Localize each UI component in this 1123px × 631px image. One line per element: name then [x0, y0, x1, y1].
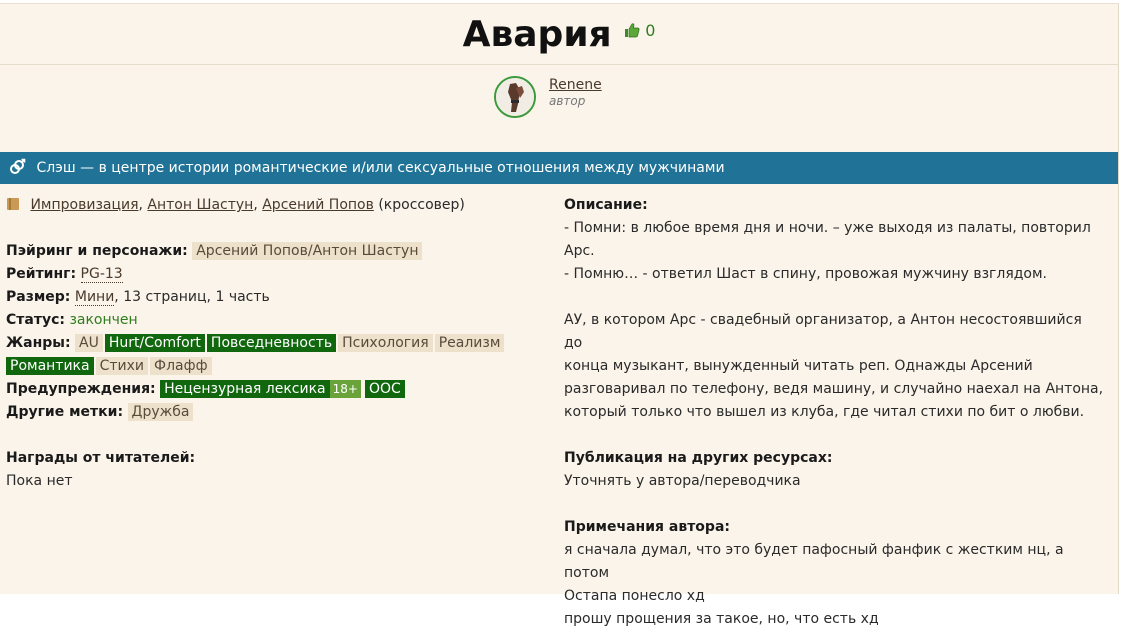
- status-value: закончен: [69, 312, 138, 328]
- notes-line: прошу прощения за такое, но, что есть хд: [564, 611, 879, 627]
- notes-line: я сначала думал, что это будет пафосный …: [564, 542, 1064, 581]
- fandom-link-improvisation[interactable]: Импровизация: [30, 197, 138, 213]
- author-role: автор: [549, 94, 586, 108]
- description-line: Арс.: [564, 243, 595, 259]
- awards-heading-line: Награды от читателей:: [6, 447, 546, 470]
- description-label: Описание:: [564, 197, 648, 213]
- genres-line-2: Романтика Стихи Флафф: [6, 355, 546, 378]
- description-line: разговаривал по телефону, ведя машину, и…: [564, 381, 1104, 397]
- status-line: Статус: закончен: [6, 309, 546, 332]
- slash-direction-icon: [10, 158, 26, 174]
- genre-tag-everyday[interactable]: Повседневность: [206, 334, 337, 352]
- avatar[interactable]: [494, 76, 536, 118]
- warnings-label: Предупреждения:: [6, 381, 156, 397]
- genres-line: Жанры: AU Hurt/Comfort Повседневность Психо…: [6, 332, 546, 355]
- rating-label: Рейтинг:: [6, 266, 77, 282]
- fandom-link-shastun[interactable]: Антон Шастун: [147, 197, 253, 213]
- age-badge: 18+: [329, 380, 361, 398]
- divider: [0, 64, 1118, 65]
- page-title: Авария: [462, 14, 612, 55]
- description-line: который только что вышел из клуба, где ч…: [564, 404, 1085, 420]
- description-column: Описание: - Помни: в любое время дня и н…: [564, 194, 1104, 631]
- rating-value[interactable]: PG-13: [80, 266, 123, 283]
- author-name-link[interactable]: Renene: [549, 77, 602, 93]
- thumbs-up-icon: [625, 23, 640, 38]
- rating-line: Рейтинг: PG-13: [6, 263, 546, 286]
- notes-line: Остапа понесло хд: [564, 588, 705, 604]
- genre-tag-realism[interactable]: Реализм: [434, 334, 505, 352]
- description-line: АУ, в котором Арс - свадебный организато…: [564, 312, 1082, 351]
- pairing-tag[interactable]: Арсений Попов/Антон Шастун: [192, 242, 423, 260]
- direction-bar: Слэш — в центре истории романтические и/…: [0, 152, 1118, 184]
- likes-count: 0: [645, 21, 656, 40]
- fandom-link-popov[interactable]: Арсений Попов: [262, 197, 374, 213]
- fic-info-column: Импровизация, Антон Шастун, Арсений Попо…: [6, 194, 546, 493]
- genre-tag-au[interactable]: AU: [75, 334, 103, 352]
- notes-text: я сначала думал, что это будет пафосный …: [564, 539, 1104, 631]
- fanfic-page: Авария 0 Renene автор Слэш — в центре ис…: [0, 3, 1119, 627]
- genre-tag-fluff[interactable]: Флафф: [150, 357, 212, 375]
- genre-tag-psychology[interactable]: Психология: [338, 334, 433, 352]
- genres-label: Жанры:: [6, 335, 71, 351]
- pairing-line: Пэйринг и персонажи: Арсений Попов/Антон…: [6, 240, 546, 263]
- genre-tag-hurt-comfort[interactable]: Hurt/Comfort: [104, 334, 205, 352]
- size-label: Размер:: [6, 289, 71, 305]
- fandom-suffix: (кроссовер): [378, 197, 465, 213]
- size-line: Размер: Мини, 13 страниц, 1 часть: [6, 286, 546, 309]
- warning-tag-ooc[interactable]: ООС: [364, 380, 405, 398]
- direction-text: Слэш — в центре истории романтические и/…: [36, 160, 725, 176]
- awards-label: Награды от читателей:: [6, 450, 196, 466]
- avatar-image: [496, 78, 534, 116]
- genre-tag-romance[interactable]: Романтика: [6, 357, 94, 375]
- book-icon: [7, 198, 19, 210]
- publication-label: Публикация на других ресурсах:: [564, 450, 833, 466]
- publication-value: Уточнять у автора/переводчика: [564, 473, 801, 489]
- description-line: конца музыкант, вынужденный читать реп. …: [564, 358, 1033, 374]
- other-tags-label: Другие метки:: [6, 404, 124, 420]
- description-line: - Помню… - ответил Шаст в спину, провожа…: [564, 266, 1048, 282]
- warnings-line: Предупреждения: Нецензурная лексика 18+ ОО…: [6, 378, 546, 401]
- description-text: - Помни: в любое время дня и ночи. – уже…: [564, 217, 1104, 424]
- genre-tag-poems[interactable]: Стихи: [95, 357, 149, 375]
- title-row: Авария 0: [0, 14, 1118, 55]
- other-tag-friendship[interactable]: Дружба: [127, 403, 194, 421]
- likes-button[interactable]: 0: [624, 21, 655, 40]
- pairing-label: Пэйринг и персонажи:: [6, 243, 188, 259]
- other-tags-line: Другие метки: Дружба: [6, 401, 546, 424]
- warning-tag-profanity[interactable]: Нецензурная лексика: [160, 380, 330, 398]
- size-details: , 13 страниц, 1 часть: [114, 289, 270, 305]
- awards-value: Пока нет: [6, 473, 73, 489]
- notes-label: Примечания автора:: [564, 519, 730, 535]
- size-value[interactable]: Мини: [74, 289, 115, 306]
- awards-value-line: Пока нет: [6, 470, 546, 493]
- status-label: Статус:: [6, 312, 65, 328]
- description-line: - Помни: в любое время дня и ночи. – уже…: [564, 220, 1091, 236]
- fandom-line: Импровизация, Антон Шастун, Арсений Попо…: [6, 194, 546, 217]
